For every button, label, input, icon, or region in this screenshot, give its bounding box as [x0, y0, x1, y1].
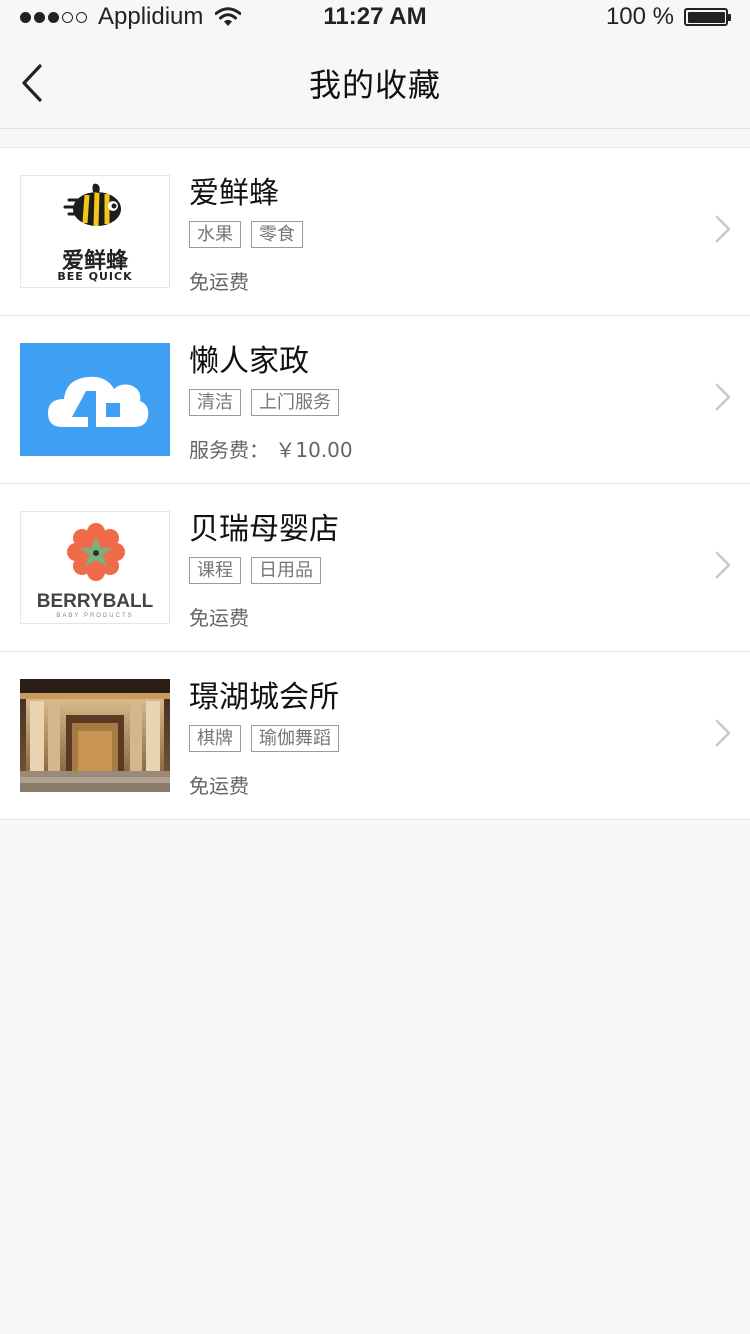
category-tag: 日用品: [251, 557, 321, 584]
category-tag: 水果: [189, 221, 241, 248]
chevron-right-icon: [715, 551, 731, 579]
store-name: 懒人家政: [189, 344, 309, 379]
list-item[interactable]: 璟湖城会所 棋牌 瑜伽舞蹈 免运费: [0, 652, 750, 820]
service-fee: 服务费： ￥10.00: [189, 438, 353, 462]
shipping-fee: 免运费: [189, 606, 249, 630]
category-tag: 棋牌: [189, 725, 241, 752]
shipping-fee: 免运费: [189, 270, 249, 294]
list-item[interactable]: BERRYBALL BABY PRODUCTS 贝瑞母婴店 课程 日用品 免运费: [0, 484, 750, 652]
category-tag: 上门服务: [251, 389, 339, 416]
chevron-right-icon: [715, 719, 731, 747]
status-bar: Applidium 11:27 AM 100 %: [0, 0, 750, 34]
store-photo: [20, 679, 170, 792]
store-name: 贝瑞母婴店: [189, 512, 339, 547]
shipping-fee: 免运费: [189, 774, 249, 798]
category-tag: 课程: [189, 557, 241, 584]
page-title: 我的收藏: [308, 66, 441, 104]
category-tag: 清洁: [189, 389, 241, 416]
store-logo-subtext: BEE QUICK: [57, 270, 133, 283]
category-tag: 零食: [251, 221, 303, 248]
store-logo-subtext: BABY PRODUCTS: [56, 613, 134, 619]
battery-fill: [687, 11, 725, 23]
tag-list: 清洁 上门服务: [189, 389, 349, 416]
tag-list: 水果 零食: [189, 221, 313, 248]
list-item[interactable]: 爱鲜蜂 BEE QUICK 爱鲜蜂 水果 零食 免运费: [0, 148, 750, 316]
battery-icon: [684, 8, 731, 26]
store-logo-text: BERRYBALL: [36, 591, 154, 612]
status-right: 100 %: [605, 3, 731, 31]
chevron-right-icon: [715, 383, 731, 411]
tag-list: 棋牌 瑜伽舞蹈: [189, 725, 349, 752]
chevron-right-icon: [715, 215, 731, 243]
battery-percentage: 100 %: [605, 3, 674, 30]
favorites-list: 爱鲜蜂 BEE QUICK 爱鲜蜂 水果 零食 免运费 懒人家政 清洁 上门服务: [0, 147, 750, 820]
store-name: 璟湖城会所: [189, 680, 339, 715]
list-item[interactable]: 懒人家政 清洁 上门服务 服务费： ￥10.00: [0, 316, 750, 484]
category-tag: 瑜伽舞蹈: [251, 725, 339, 752]
store-logo: [20, 343, 170, 456]
battery-tip: [728, 14, 731, 21]
tag-list: 课程 日用品: [189, 557, 331, 584]
store-name: 爱鲜蜂: [189, 176, 279, 211]
navigation-bar: 我的收藏: [0, 34, 750, 129]
